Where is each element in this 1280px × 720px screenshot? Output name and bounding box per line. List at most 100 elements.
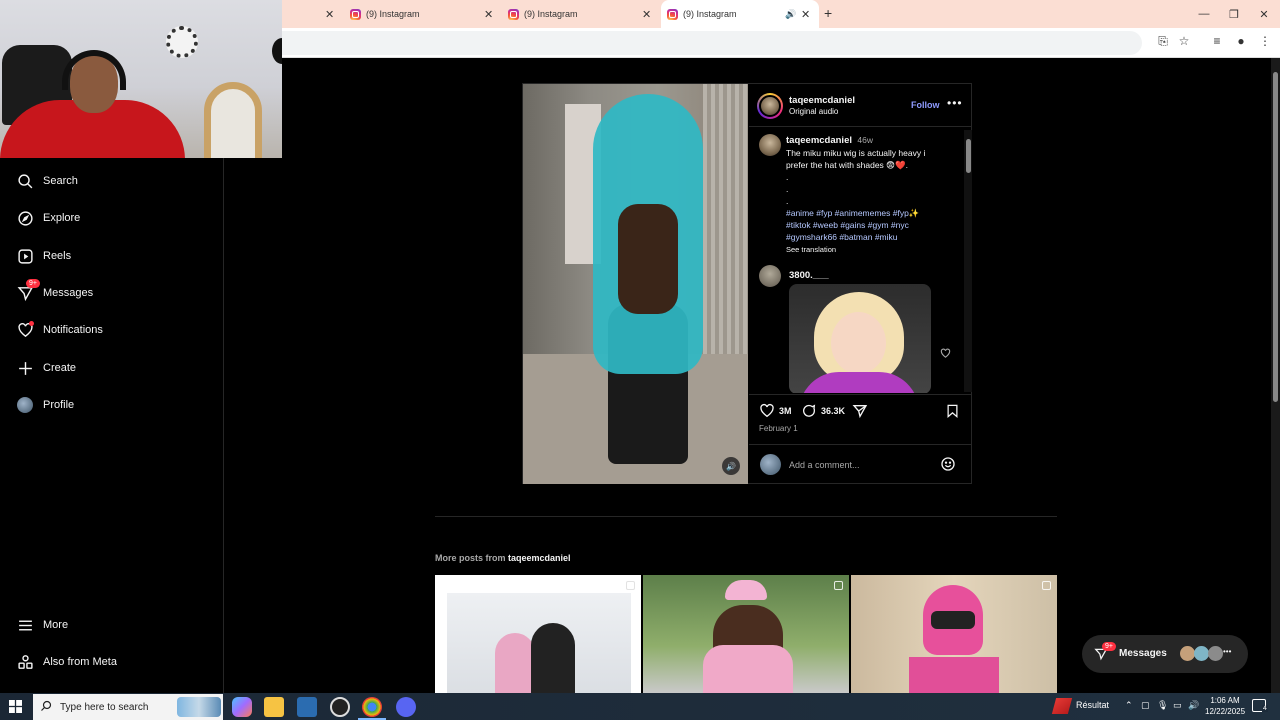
- omnibox[interactable]: [282, 31, 1142, 55]
- minimize-button[interactable]: —: [1188, 0, 1220, 28]
- avatar: [759, 95, 781, 117]
- instagram-sidebar: Search Explore Reels 9+ Messages Notific…: [0, 158, 224, 693]
- sidebar-item-search[interactable]: Search: [16, 169, 78, 193]
- see-translation-link[interactable]: See translation: [786, 245, 836, 254]
- comment-gif: [789, 284, 931, 393]
- wall-clock: [166, 26, 198, 58]
- tab-close-icon[interactable]: ✕: [642, 8, 651, 21]
- original-audio-link[interactable]: Original audio: [789, 107, 838, 116]
- sidebar-item-more[interactable]: More: [16, 613, 68, 637]
- thumb-suit: [909, 657, 999, 693]
- chrome-menu-icon[interactable]: ⋮: [1257, 34, 1273, 48]
- tab-close-icon[interactable]: ✕: [484, 8, 493, 21]
- browser-tab[interactable]: (9) Instagram ✕: [344, 0, 500, 28]
- mute-toggle-icon[interactable]: 🔊: [722, 457, 740, 475]
- profile-avatar-icon[interactable]: ●: [1233, 34, 1249, 48]
- microphone-icon[interactable]: 🎙: [1157, 700, 1168, 711]
- windows-start-icon[interactable]: [9, 700, 22, 718]
- sidebar-item-label: Create: [43, 362, 77, 374]
- browser-tab[interactable]: (9) Instagram ✕: [502, 0, 658, 28]
- likes-count: 3M: [779, 406, 792, 416]
- comment-icon: [803, 404, 816, 417]
- browser-tab[interactable]: ✕: [282, 0, 344, 28]
- multi-post-icon: [1042, 581, 1051, 590]
- taskbar-search-box[interactable]: Type here to search: [33, 694, 223, 720]
- webcam-overlay: [0, 0, 282, 158]
- install-app-icon[interactable]: ⎘: [1155, 34, 1171, 49]
- save-button[interactable]: [945, 403, 964, 419]
- section-divider: [435, 516, 1057, 517]
- comment-like-icon[interactable]: [940, 346, 951, 364]
- maximize-button[interactable]: ❐: [1218, 0, 1250, 28]
- caption-hashtags[interactable]: #anime #fyp #animememes #fyp✨ #tiktok #w…: [786, 208, 919, 242]
- bookmark-star-icon[interactable]: ☆: [1176, 34, 1192, 48]
- taskbar-search-placeholder: Type here to search: [60, 701, 149, 713]
- avatar[interactable]: [759, 265, 781, 287]
- sidebar-item-explore[interactable]: Explore: [16, 206, 80, 230]
- chevron-up-icon[interactable]: ⌃: [1125, 700, 1133, 711]
- reading-list-icon[interactable]: ≡: [1209, 34, 1225, 48]
- author-story-ring[interactable]: [757, 93, 783, 119]
- sidebar-item-create[interactable]: Create: [16, 356, 76, 380]
- comment-button[interactable]: 36.3K: [801, 403, 845, 419]
- browser-tab-active[interactable]: (9) Instagram 🔊 ✕: [661, 0, 819, 28]
- more-options-icon[interactable]: •••: [947, 96, 963, 110]
- thumb-figure: [495, 633, 535, 693]
- more-posts-prefix: More posts from: [435, 553, 509, 563]
- avatar[interactable]: [759, 134, 781, 156]
- file-explorer-icon[interactable]: [264, 697, 284, 717]
- tray-app-icon[interactable]: ▢: [1141, 700, 1150, 711]
- chrome-icon[interactable]: [362, 697, 382, 717]
- sidebar-item-reels[interactable]: Reels: [16, 244, 71, 268]
- volume-icon[interactable]: 🔊: [1188, 700, 1199, 711]
- page-scroll-thumb[interactable]: [1273, 72, 1278, 402]
- more-posts-username[interactable]: taqeemcdaniel: [508, 553, 571, 563]
- add-comment-bar: Add a comment...: [749, 444, 972, 484]
- app-icon[interactable]: [330, 697, 350, 717]
- sidebar-item-also-from-meta[interactable]: Also from Meta: [16, 650, 117, 674]
- post-thumbnail[interactable]: [643, 575, 849, 693]
- thumb-visor: [931, 611, 975, 629]
- post-modal: 🔊 taqeemcdaniel Original audio Follow ••…: [522, 83, 972, 484]
- comments-list[interactable]: taqeemcdaniel 46w The miku miku wig is a…: [749, 128, 972, 393]
- messages-label: Messages: [1119, 648, 1167, 659]
- speaker-icon[interactable]: 🔊: [785, 9, 796, 20]
- follow-button[interactable]: Follow: [911, 100, 940, 110]
- thumb-top: [703, 645, 793, 693]
- emoji-icon[interactable]: [940, 456, 956, 477]
- search-highlight-image: [177, 697, 221, 717]
- sidebar-item-label: Explore: [43, 212, 81, 224]
- weather-widget-label[interactable]: Résultat: [1076, 700, 1109, 710]
- compass-icon: [16, 209, 34, 227]
- copilot-icon[interactable]: [232, 697, 252, 717]
- add-comment-input[interactable]: Add a comment...: [789, 460, 860, 470]
- sidebar-item-profile[interactable]: Profile: [16, 393, 74, 417]
- search-icon: [16, 172, 34, 190]
- taskbar-clock[interactable]: 1:06 AM 12/22/2025: [1205, 695, 1245, 717]
- close-window-button[interactable]: ✕: [1248, 0, 1280, 28]
- avatar: [760, 454, 781, 475]
- tab-close-icon[interactable]: ✕: [801, 8, 810, 21]
- new-tab-button[interactable]: +: [824, 5, 832, 21]
- sidebar-item-notifications[interactable]: Notifications: [16, 318, 103, 342]
- reel-video[interactable]: 🔊: [523, 84, 748, 484]
- reels-icon: [16, 247, 34, 265]
- network-icon[interactable]: ▭: [1173, 700, 1182, 711]
- post-thumbnail[interactable]: [851, 575, 1057, 693]
- author-username[interactable]: taqeemcdaniel: [789, 95, 855, 106]
- comment-username[interactable]: 3800.___: [789, 270, 829, 281]
- discord-icon[interactable]: [396, 697, 416, 717]
- tab-close-icon[interactable]: ✕: [325, 8, 334, 21]
- sidebar-item-messages[interactable]: 9+ Messages: [16, 279, 93, 305]
- messages-floating-button[interactable]: 9+ Messages •••: [1082, 635, 1248, 673]
- post-thumbnail[interactable]: [435, 575, 641, 693]
- like-button[interactable]: 3M: [759, 403, 792, 419]
- microsoft-store-icon[interactable]: [297, 697, 317, 717]
- heart-icon: [760, 403, 774, 418]
- post-side-panel: taqeemcdaniel Original audio Follow ••• …: [749, 84, 972, 484]
- headset: [62, 50, 126, 90]
- caption: taqeemcdaniel 46w The miku miku wig is a…: [786, 134, 946, 256]
- share-button[interactable]: [852, 403, 872, 419]
- caption-username[interactable]: taqeemcdaniel: [786, 135, 852, 146]
- comments-scroll-thumb[interactable]: [966, 139, 971, 173]
